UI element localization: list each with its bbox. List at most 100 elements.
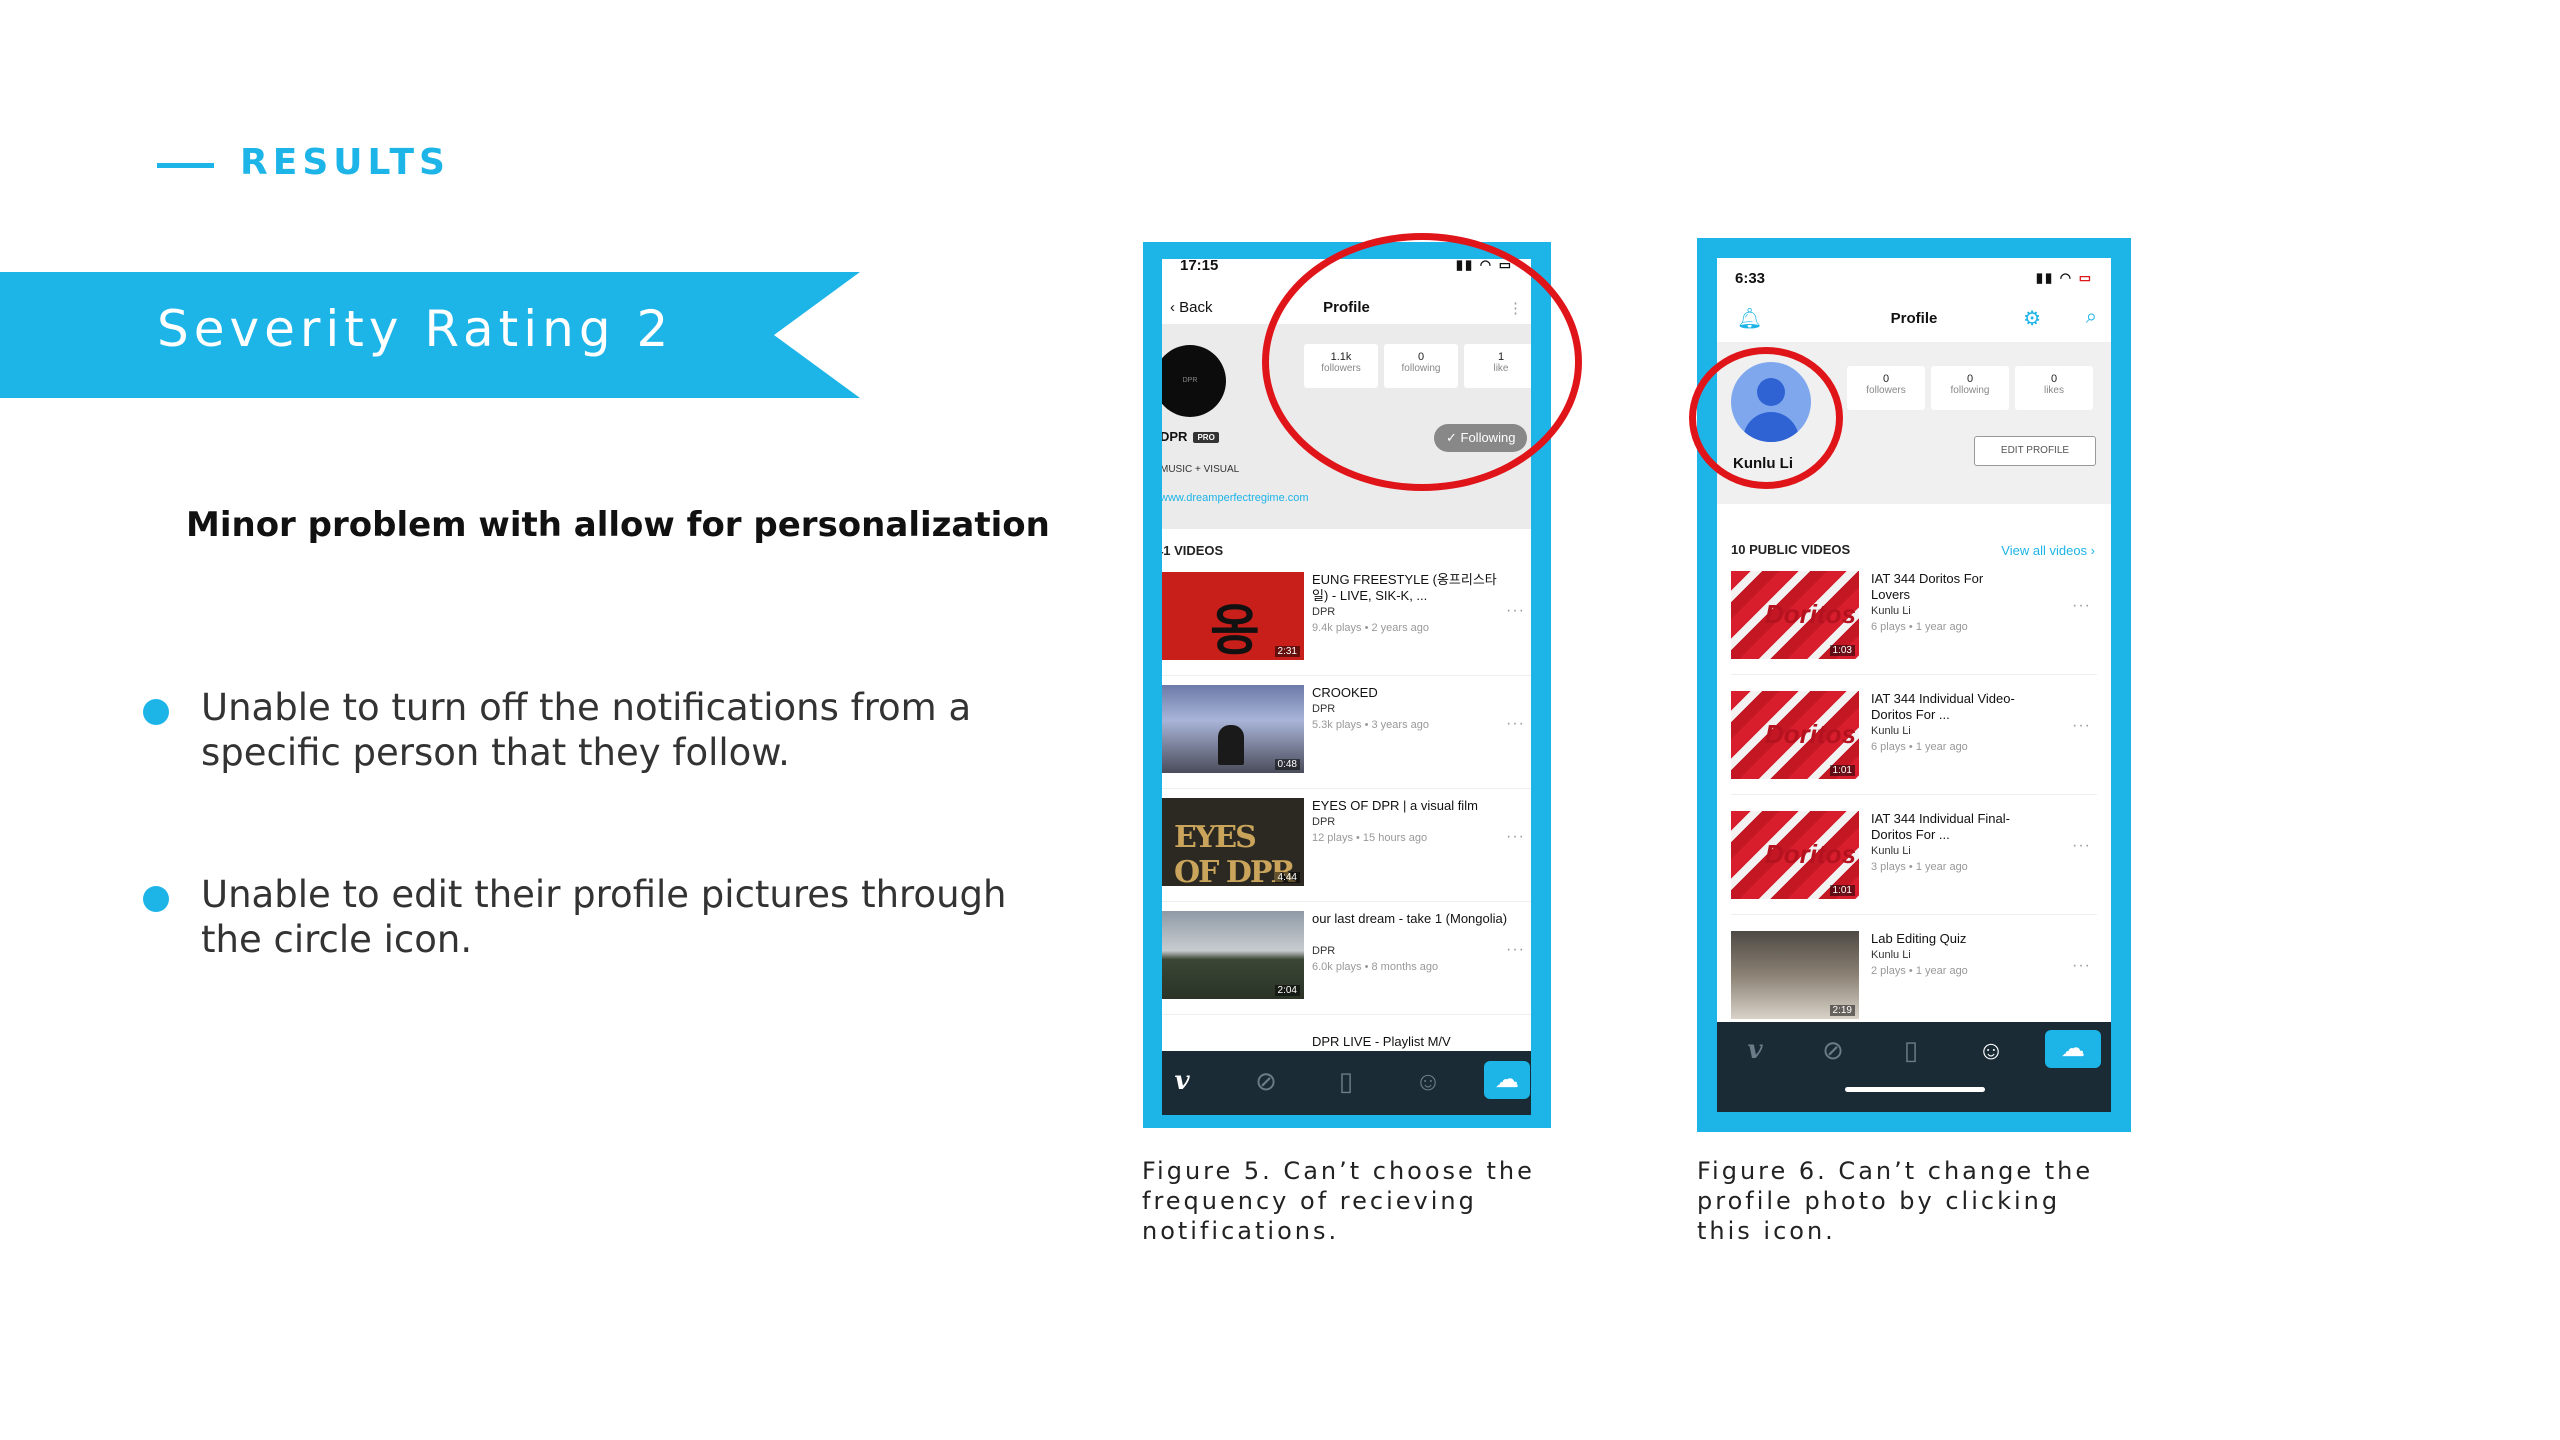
video-row[interactable]: 0:48 CROOKED DPR 5.3k plays • 3 years ag… [1162,677,1531,789]
video-thumbnail[interactable]: 0:48 [1162,685,1304,773]
bullet-dot [143,886,169,912]
nav-title: Profile [1890,310,1938,327]
vimeo-logo-icon[interactable]: v [1162,1059,1204,1103]
signal-wifi-battery-icon: ▮▮ ◠ ▭ [2035,270,2093,285]
video-row[interactable]: 2:04 our last dream - take 1 (Mongolia) … [1162,903,1531,1015]
pro-badge: PRO [1193,432,1219,444]
video-meta: 3 plays • 1 year ago [1871,861,1968,873]
video-meta: 9.4k plays • 2 years ago [1312,622,1429,634]
video-meta: 6 plays • 1 year ago [1871,621,1968,633]
video-meta: 2 plays • 1 year ago [1871,965,1968,977]
thumbnail-text: Doritos [1765,719,1856,749]
video-more-icon[interactable]: ··· [1506,602,1525,620]
profile-face-icon[interactable]: ☺ [1969,1028,2013,1072]
section-label: RESULTS [240,142,450,183]
video-thumbnail[interactable]: 2:04 [1162,911,1304,999]
video-meta: 6 plays • 1 year ago [1871,741,1968,753]
video-author: DPR [1312,945,1336,957]
bullet-text: Unable to edit their profile pictures th… [201,873,1007,961]
video-thumbnail[interactable]: 2:19 [1731,931,1859,1019]
video-author: Kunlu Li [1871,949,1911,961]
video-row[interactable]: Doritos 1:01 IAT 344 Individual Video-Do… [1731,683,2097,795]
video-more-icon[interactable]: ··· [2072,957,2091,975]
video-row[interactable]: Doritos 1:01 IAT 344 Individual Final-Do… [1731,803,2097,915]
bullet-item: Unable to edit their profile pictures th… [143,872,1063,962]
videos-section-title: 41 VIDEOS [1162,543,1224,558]
profile-name: DPR PRO [1162,429,1219,444]
video-more-icon[interactable]: ··· [1506,941,1525,959]
video-duration: 1:01 [1829,885,1855,896]
video-author: Kunlu Li [1871,605,1911,617]
figure-5-caption: Figure 5. Can’t choose the frequency of … [1142,1157,1535,1245]
view-all-videos-link[interactable]: View all videos › [2001,543,2095,558]
video-title-partial: DPR LIVE - Playlist M/V [1312,1034,1451,1049]
video-title: EYES OF DPR | a visual film [1312,798,1478,813]
video-row[interactable]: 2:19 Lab Editing Quiz Kunlu Li 2 plays •… [1731,923,2097,1035]
gear-icon[interactable]: ⚙ [2023,306,2041,331]
section-accent-line [157,163,214,168]
video-title: IAT 344 Individual Final-Doritos For ... [1871,811,2010,842]
video-thumbnail[interactable]: Doritos 1:01 [1731,691,1859,779]
vimeo-logo-icon[interactable]: v [1733,1028,1777,1072]
profile-bio: MUSIC + VISUAL [1162,464,1240,475]
explore-icon[interactable]: ⊘ [1811,1028,1855,1072]
video-duration: 4:44 [1274,872,1300,883]
video-title: Lab Editing Quiz [1871,931,1967,946]
profile-face-icon[interactable]: ☺ [1406,1059,1450,1103]
upload-cloud-icon[interactable]: ☁ [1484,1061,1530,1099]
tab-bar: v ⊘ ▯ ☺ ☁ [1717,1022,2111,1112]
edit-profile-button[interactable]: EDIT PROFILE [1974,436,2096,466]
video-duration: 2:31 [1274,646,1300,657]
video-thumbnail[interactable]: EYES OF DPR 4:44 [1162,798,1304,886]
video-meta: 6.0k plays • 8 months ago [1312,961,1439,973]
video-meta: 12 plays • 15 hours ago [1312,832,1428,844]
video-duration: 2:19 [1829,1005,1855,1016]
status-time: 6:33 [1735,270,1766,287]
highlight-circle [1689,347,1843,489]
video-duration: 0:48 [1274,759,1300,770]
video-duration: 1:03 [1829,645,1855,656]
video-more-icon[interactable]: ··· [2072,597,2091,615]
bookmark-icon[interactable]: ▯ [1889,1028,1933,1072]
video-thumbnail[interactable]: Doritos 1:03 [1731,571,1859,659]
bullet-dot [143,699,169,725]
video-thumbnail[interactable]: Doritos 1:01 [1731,811,1859,899]
video-duration: 1:01 [1829,765,1855,776]
video-author: DPR [1312,703,1336,715]
video-meta: 5.3k plays • 3 years ago [1312,719,1429,731]
stat-likes[interactable]: 0 likes [2015,366,2093,410]
video-author: Kunlu Li [1871,845,1911,857]
video-thumbnail[interactable]: 옹 2:31 [1162,572,1304,660]
stat-following[interactable]: 0 following [1931,366,2009,410]
profile-link[interactable]: www.dreamperfectregime.com [1162,492,1309,504]
thumbnail-text: Doritos [1765,839,1856,869]
videos-section-title: 10 PUBLIC VIDEOS [1731,542,1851,557]
home-indicator [1845,1087,1985,1092]
video-title: our last dream - take 1 (Mongolia) [1312,911,1508,926]
thumbnail-text: Doritos [1765,599,1856,629]
status-bar: 6:33 ▮▮ ◠ ▭ [1717,266,2111,294]
upload-cloud-icon[interactable]: ☁ [2045,1030,2101,1068]
explore-icon[interactable]: ⊘ [1244,1059,1288,1103]
status-time: 17:15 [1180,259,1219,274]
highlight-circle [1262,233,1582,491]
video-row[interactable]: Doritos 1:03 IAT 344 Doritos For Lovers … [1731,563,2097,675]
search-icon[interactable]: ⌕ [2086,306,2097,329]
video-more-icon[interactable]: ··· [1506,715,1525,733]
bookmark-icon[interactable]: ▯ [1324,1059,1368,1103]
bullet-text: Unable to turn off the notifications fro… [201,686,972,774]
video-row[interactable]: 옹 2:31 EUNG FREESTYLE (옹프리스타일) - LIVE, S… [1162,564,1531,676]
video-more-icon[interactable]: ··· [2072,837,2091,855]
subheading: Minor problem with allow for personaliza… [186,505,1050,545]
video-more-icon[interactable]: ··· [2072,717,2091,735]
video-row[interactable]: EYES OF DPR 4:44 EYES OF DPR | a visual … [1162,790,1531,902]
stat-followers[interactable]: 0 followers [1847,366,1925,410]
video-more-icon[interactable]: ··· [1506,828,1525,846]
video-title: CROOKED [1312,685,1378,700]
video-title: EUNG FREESTYLE (옹프리스타일) - LIVE, SIK-K, .… [1312,572,1497,603]
bullet-item: Unable to turn off the notifications fro… [143,685,1063,775]
video-author: Kunlu Li [1871,725,1911,737]
video-author: DPR [1312,606,1336,618]
avatar[interactable]: DPR [1162,345,1226,417]
figure-6-caption: Figure 6. Can’t change the profile photo… [1697,1157,2094,1245]
